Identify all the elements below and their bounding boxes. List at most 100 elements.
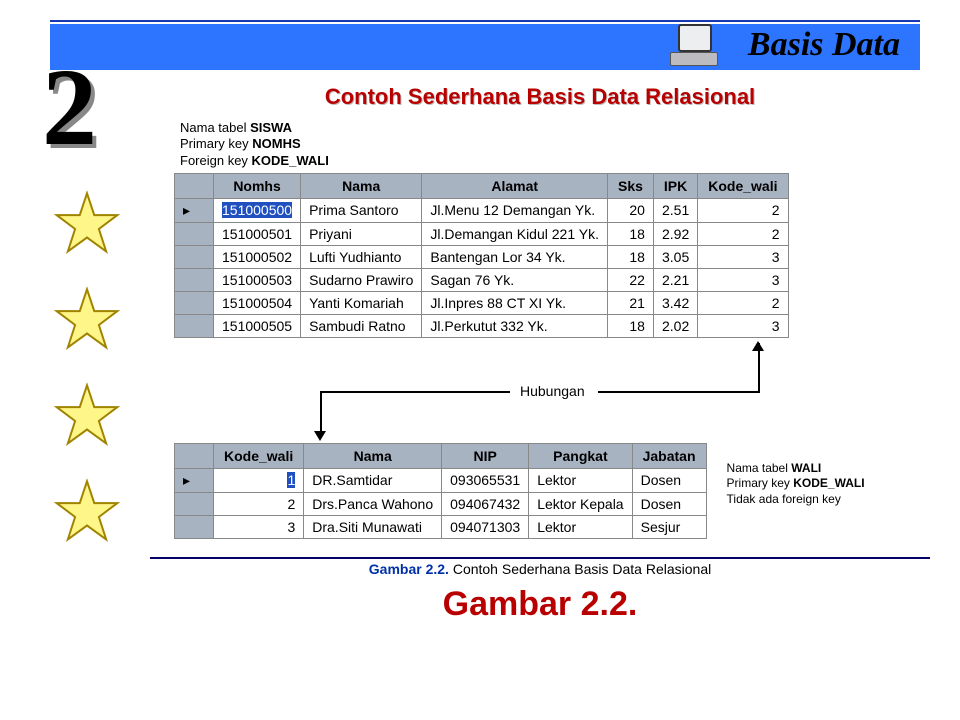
connector-line	[320, 391, 510, 393]
cell: 151000500	[214, 198, 301, 222]
meta-bold: WALI	[791, 461, 821, 475]
cell: Sambudi Ratno	[301, 314, 422, 337]
cell: 151000503	[214, 268, 301, 291]
relation-label: Hubungan	[520, 383, 585, 399]
header-bar: Basis Data	[50, 20, 920, 75]
row-marker	[175, 222, 214, 245]
computer-icon	[670, 20, 720, 66]
cell: Sesjur	[632, 515, 706, 538]
row-marker	[175, 492, 214, 515]
cell: 2.51	[653, 198, 697, 222]
table-row: 3 Dra.Siti Munawati 094071303 Lektor Ses…	[175, 515, 707, 538]
row-marker	[175, 314, 214, 337]
meta-text: Primary key	[180, 136, 252, 151]
cell: 22	[607, 268, 653, 291]
star-icon	[54, 190, 120, 256]
col-header: Jabatan	[632, 443, 706, 468]
connector-line	[598, 391, 760, 393]
cell: 2	[698, 198, 788, 222]
cell: 3	[698, 314, 788, 337]
cell: 2.92	[653, 222, 697, 245]
col-header: Alamat	[422, 173, 608, 198]
cell: 20	[607, 198, 653, 222]
table-row: 2 Drs.Panca Wahono 094067432 Lektor Kepa…	[175, 492, 707, 515]
table-row: 151000501 Priyani Jl.Demangan Kidul 221 …	[175, 222, 789, 245]
cell: Dra.Siti Munawati	[304, 515, 442, 538]
star-icon	[54, 478, 120, 544]
cell: Dosen	[632, 492, 706, 515]
cell: 2.21	[653, 268, 697, 291]
wali-table-wrap: Kode_wali Nama NIP Pangkat Jabatan ▸ 1 D…	[174, 443, 707, 539]
table-row: 151000503 Sudarno Prawiro Sagan 76 Yk. 2…	[175, 268, 789, 291]
arrow-down-icon	[314, 431, 326, 441]
meta-text: Tidak ada foreign key	[727, 492, 841, 506]
cell: 21	[607, 291, 653, 314]
cell: Jl.Perkutut 332 Yk.	[422, 314, 608, 337]
cell: 2.02	[653, 314, 697, 337]
section-title: Contoh Sederhana Basis Data Relasional	[150, 84, 930, 110]
cell: 3	[698, 245, 788, 268]
table-row: 151000502 Lufti Yudhianto Bantengan Lor …	[175, 245, 789, 268]
cell: 151000501	[214, 222, 301, 245]
arrow-up-icon	[752, 341, 764, 351]
cell: 3	[698, 268, 788, 291]
cell: 3	[214, 515, 304, 538]
table-corner	[175, 173, 214, 198]
siswa-table-meta: Nama tabel SISWA Primary key NOMHS Forei…	[180, 120, 930, 169]
table-row: ▸ 151000500 Prima Santoro Jl.Menu 12 Dem…	[175, 198, 789, 222]
caption-bold: Gambar 2.2.	[369, 561, 449, 577]
cell: DR.Samtidar	[304, 468, 442, 492]
col-header: Kode_wali	[698, 173, 788, 198]
cell: Jl.Menu 12 Demangan Yk.	[422, 198, 608, 222]
meta-text: Foreign key	[180, 153, 252, 168]
col-header: Nama	[304, 443, 442, 468]
star-icon	[54, 286, 120, 352]
meta-text: Nama tabel	[727, 461, 792, 475]
meta-text: Nama tabel	[180, 120, 250, 135]
cell: Drs.Panca Wahono	[304, 492, 442, 515]
caption-text: Contoh Sederhana Basis Data Relasional	[449, 561, 711, 577]
table-row: 151000505 Sambudi Ratno Jl.Perkutut 332 …	[175, 314, 789, 337]
table-corner	[175, 443, 214, 468]
cell: Yanti Komariah	[301, 291, 422, 314]
siswa-table-wrap: Nomhs Nama Alamat Sks IPK Kode_wali ▸ 15…	[174, 173, 789, 338]
col-header: Pangkat	[529, 443, 632, 468]
cell: 151000505	[214, 314, 301, 337]
cell-selected: 1	[287, 472, 295, 488]
siswa-table: Nomhs Nama Alamat Sks IPK Kode_wali ▸ 15…	[174, 173, 789, 338]
col-header: Sks	[607, 173, 653, 198]
figure-label: Gambar 2.2.	[150, 585, 930, 624]
cell: 2	[214, 492, 304, 515]
cell: 093065531	[442, 468, 529, 492]
connector-line	[320, 391, 322, 435]
row-marker-current: ▸	[175, 198, 214, 222]
meta-bold: NOMHS	[252, 136, 300, 151]
cell: 3.05	[653, 245, 697, 268]
cell: Priyani	[301, 222, 422, 245]
cell: 151000502	[214, 245, 301, 268]
meta-text: Primary key	[727, 476, 794, 490]
meta-bold: KODE_WALI	[793, 476, 864, 490]
cell: Sudarno Prawiro	[301, 268, 422, 291]
cell: Lektor	[529, 468, 632, 492]
cell: Prima Santoro	[301, 198, 422, 222]
cell: 094067432	[442, 492, 529, 515]
cell: 1	[214, 468, 304, 492]
cell: Sagan 76 Yk.	[422, 268, 608, 291]
row-marker	[175, 245, 214, 268]
meta-bold: SISWA	[250, 120, 292, 135]
row-marker	[175, 515, 214, 538]
cell: Lufti Yudhianto	[301, 245, 422, 268]
cell: 18	[607, 222, 653, 245]
cell: Bantengan Lor 34 Yk.	[422, 245, 608, 268]
header-title: Basis Data	[748, 26, 900, 64]
wali-table-meta: Nama tabel WALI Primary key KODE_WALI Ti…	[727, 461, 865, 508]
header-rule	[50, 20, 920, 22]
col-header: Kode_wali	[214, 443, 304, 468]
col-header: Nama	[301, 173, 422, 198]
star-column	[54, 190, 120, 574]
cell-selected: 151000500	[222, 202, 292, 218]
cell: Jl.Demangan Kidul 221 Yk.	[422, 222, 608, 245]
cell: 18	[607, 245, 653, 268]
cell: 151000504	[214, 291, 301, 314]
